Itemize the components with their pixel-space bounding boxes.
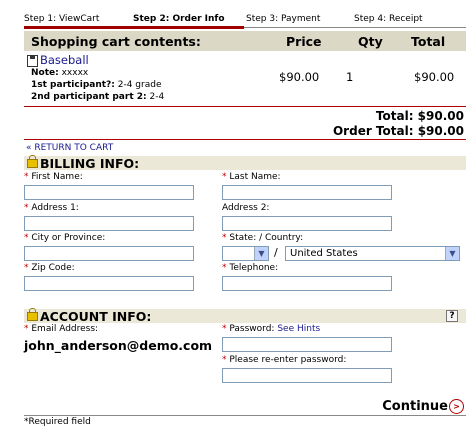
billing-section-header: BILLING INFO: xyxy=(24,155,466,171)
required-asterisk: * xyxy=(222,263,227,273)
address2-label: Address 2: xyxy=(222,203,270,213)
state-country-label: * State: / Country: xyxy=(222,233,304,243)
zip-label: * Zip Code: xyxy=(24,263,75,273)
disk-icon xyxy=(27,55,38,67)
col-qty: Qty xyxy=(358,34,383,49)
email-value: john_anderson@demo.com xyxy=(24,338,213,353)
return-to-cart-link[interactable]: « RETURN TO CART xyxy=(26,143,113,153)
city-label: * City or Province: xyxy=(24,233,106,243)
totals-divider xyxy=(24,139,466,140)
item-participant-1: 1st participant?: 2-4 grade xyxy=(31,80,162,90)
address1-field[interactable] xyxy=(24,216,194,231)
required-asterisk: * xyxy=(24,172,29,182)
step-payment: Step 3: Payment xyxy=(246,14,321,24)
item-name-link[interactable]: Baseball xyxy=(40,53,89,67)
participant-2-label: 2nd participant part 2: xyxy=(31,92,147,102)
lock-icon xyxy=(27,155,38,168)
step-receipt: Step 4: Receipt xyxy=(354,14,423,24)
steps-progress-bar xyxy=(24,26,244,29)
password-field[interactable] xyxy=(222,337,392,352)
required-asterisk: * xyxy=(222,172,227,182)
reenter-password-field[interactable] xyxy=(222,368,392,383)
note-label: Note: xyxy=(31,68,59,78)
col-price: Price xyxy=(286,34,322,49)
cart-row-divider xyxy=(24,106,466,107)
state-select[interactable]: ▼ xyxy=(222,246,269,261)
country-select[interactable]: United States ▼ xyxy=(285,246,460,261)
step-view-cart[interactable]: Step 1: ViewCart xyxy=(24,14,99,24)
required-asterisk: * xyxy=(24,233,29,243)
chevron-down-icon[interactable]: ▼ xyxy=(254,247,268,260)
participant-1-value: 2-4 grade xyxy=(117,80,162,90)
see-hints-link[interactable]: See Hints xyxy=(277,324,320,334)
password-label: * Password: See Hints xyxy=(222,324,321,334)
first-name-label: * First Name: xyxy=(24,172,83,182)
required-field-note: *Required field xyxy=(24,417,91,427)
state-country-separator: / xyxy=(274,246,278,259)
city-field[interactable] xyxy=(24,246,194,261)
note-value: xxxxx xyxy=(61,68,89,78)
order-total: Order Total: $90.00 xyxy=(332,124,464,138)
cart-title: Shopping cart contents: xyxy=(31,34,201,49)
telephone-field[interactable] xyxy=(222,276,392,291)
email-label: * Email Address: xyxy=(24,324,99,334)
lock-icon xyxy=(27,308,38,321)
participant-2-value: 2-4 xyxy=(149,92,165,102)
checkout-page: Step 1: ViewCart Step 2: Order Info Step… xyxy=(0,0,472,427)
step-order-info: Step 2: Order Info xyxy=(133,14,225,24)
last-name-label: * Last Name: xyxy=(222,172,281,182)
account-section-header: ACCOUNT INFO: ? xyxy=(24,308,466,324)
col-total: Total xyxy=(411,34,446,49)
item-price: $90.00 xyxy=(279,70,320,84)
cart-total: Total: $90.00 xyxy=(375,109,464,123)
item-total: $90.00 xyxy=(414,70,455,84)
required-asterisk: * xyxy=(24,263,29,273)
item-participant-2: 2nd participant part 2: 2-4 xyxy=(31,92,164,102)
item-qty: 1 xyxy=(346,70,354,84)
item-note: Note: xxxxx xyxy=(31,68,88,78)
billing-title: BILLING INFO: xyxy=(40,156,140,171)
country-value: United States xyxy=(290,248,358,259)
account-title: ACCOUNT INFO: xyxy=(40,309,152,324)
continue-label: Continue xyxy=(382,399,448,414)
footer-divider xyxy=(24,415,466,416)
required-asterisk: * xyxy=(222,324,227,334)
address2-field[interactable] xyxy=(222,216,392,231)
required-asterisk: * xyxy=(24,324,29,334)
telephone-label: * Telephone: xyxy=(222,263,279,273)
help-button[interactable]: ? xyxy=(446,310,458,322)
last-name-field[interactable] xyxy=(222,185,392,200)
zip-field[interactable] xyxy=(24,276,194,291)
required-asterisk: * xyxy=(222,355,227,365)
address1-label: * Address 1: xyxy=(24,203,79,213)
reenter-password-label: * Please re-enter password: xyxy=(222,355,347,365)
continue-button[interactable]: Continue > xyxy=(382,399,464,414)
chevron-down-icon[interactable]: ▼ xyxy=(445,247,459,260)
first-name-field[interactable] xyxy=(24,185,194,200)
cart-header: Shopping cart contents: Price Qty Total xyxy=(24,31,466,51)
required-asterisk: * xyxy=(222,233,227,243)
participant-1-label: 1st participant?: xyxy=(31,80,115,90)
arrow-right-icon: > xyxy=(449,399,464,414)
required-asterisk: * xyxy=(24,203,29,213)
